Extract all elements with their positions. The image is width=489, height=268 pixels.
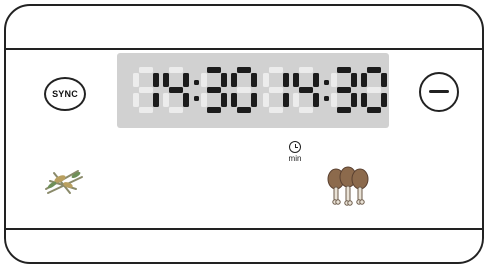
segment-b: [251, 73, 257, 87]
segment-c: [251, 93, 257, 107]
segment-f: [163, 73, 169, 87]
drumsticks-icon: [327, 166, 369, 206]
segment-g: [269, 87, 283, 93]
sync-button[interactable]: SYNC: [44, 77, 86, 111]
segment-c: [183, 93, 189, 107]
segment-f: [263, 73, 269, 87]
segment-b: [153, 73, 159, 87]
segment-c: [153, 93, 159, 107]
segment-e: [293, 93, 299, 107]
timer-indicator: min: [284, 141, 306, 163]
segment-e: [231, 93, 237, 107]
segment-display: [133, 67, 387, 113]
segment-d: [269, 107, 283, 113]
segment-d: [237, 107, 251, 113]
top-divider: [6, 48, 482, 50]
segment-a: [367, 67, 381, 73]
segment-f: [331, 73, 337, 87]
segment-d: [139, 107, 153, 113]
segment-f: [201, 73, 207, 87]
segment-d: [299, 107, 313, 113]
segment-e: [133, 93, 139, 107]
segment-f: [231, 73, 237, 87]
lcd-colon-dot: [194, 96, 199, 101]
segment-c: [283, 93, 289, 107]
segment-d: [367, 107, 381, 113]
segment-c: [351, 93, 357, 107]
segment-e: [201, 93, 207, 107]
segment-e: [163, 93, 169, 107]
minus-button[interactable]: [419, 72, 459, 112]
segment-c: [381, 93, 387, 107]
segment-g: [139, 87, 153, 93]
segment-b: [351, 73, 357, 87]
segment-g: [237, 87, 251, 93]
lcd-colon-dot: [324, 80, 329, 85]
segment-g: [299, 87, 313, 93]
control-panel: [4, 4, 484, 264]
segment-e: [331, 93, 337, 107]
bottom-divider: [6, 228, 482, 230]
segment-b: [221, 73, 227, 87]
segment-f: [133, 73, 139, 87]
segment-b: [381, 73, 387, 87]
segment-g: [367, 87, 381, 93]
segment-g: [207, 87, 221, 93]
vegetables-icon: [45, 170, 83, 194]
segment-c: [313, 93, 319, 107]
time-display: [117, 53, 389, 128]
segment-e: [361, 93, 367, 107]
segment-d: [337, 107, 351, 113]
lcd-colon-dot: [324, 96, 329, 101]
segment-b: [283, 73, 289, 87]
segment-a: [237, 67, 251, 73]
lcd-colon-dot: [194, 80, 199, 85]
segment-g: [337, 87, 351, 93]
timer-unit-label: min: [288, 154, 302, 163]
segment-d: [207, 107, 221, 113]
segment-b: [183, 73, 189, 87]
segment-a: [269, 67, 283, 73]
clock-icon: [289, 141, 301, 153]
segment-a: [139, 67, 153, 73]
segment-e: [263, 93, 269, 107]
segment-d: [169, 107, 183, 113]
segment-b: [313, 73, 319, 87]
sync-button-label: SYNC: [52, 89, 78, 99]
segment-f: [361, 73, 367, 87]
segment-a: [169, 67, 183, 73]
segment-c: [221, 93, 227, 107]
segment-a: [299, 67, 313, 73]
segment-g: [169, 87, 183, 93]
segment-a: [337, 67, 351, 73]
segment-a: [207, 67, 221, 73]
segment-f: [293, 73, 299, 87]
